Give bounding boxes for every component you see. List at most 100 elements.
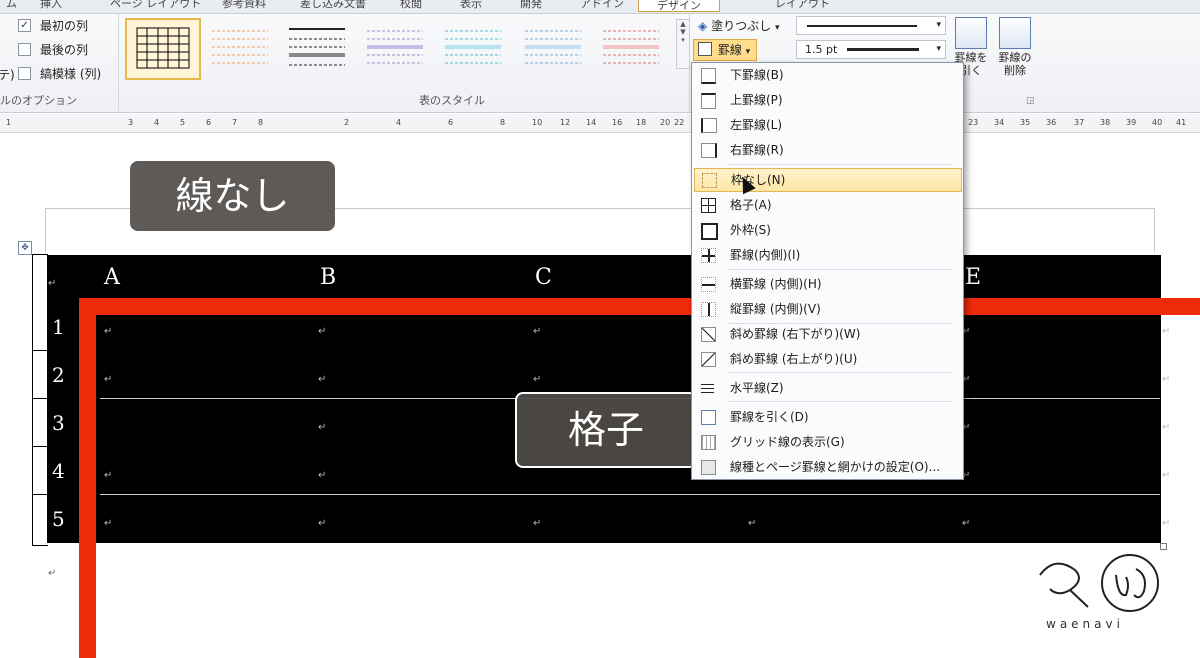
line-style-combo[interactable]: ▾ bbox=[796, 16, 946, 35]
cell-mark: ↵ bbox=[1162, 470, 1171, 481]
red-highlight-left bbox=[79, 298, 96, 658]
cell-mark: ↵ bbox=[104, 374, 113, 385]
no-border-icon bbox=[702, 173, 717, 188]
menu-item-view-gridlines[interactable]: グリッド線の表示(G) bbox=[694, 431, 960, 453]
ruler-number: 4 bbox=[396, 118, 402, 127]
menu-item-borders-and-shading[interactable]: 線種とページ罫線と網かけの設定(O)... bbox=[694, 456, 960, 478]
shading-label: 塗りつぶし bbox=[711, 19, 772, 33]
cell-mark: ↵ bbox=[1162, 518, 1171, 529]
borders-label: 罫線 bbox=[717, 43, 742, 57]
inside-vertical-border-icon bbox=[701, 302, 716, 317]
tab-developer[interactable]: 開発 bbox=[520, 0, 542, 11]
tab-view[interactable]: 表示 bbox=[460, 0, 482, 11]
borders-shading-icon bbox=[701, 460, 716, 475]
table-resize-handle-icon[interactable] bbox=[1160, 543, 1167, 550]
last-column-checkbox[interactable] bbox=[18, 43, 31, 56]
inside-borders-icon bbox=[701, 248, 716, 263]
table-move-handle-icon[interactable]: ✥ bbox=[18, 241, 32, 255]
horizontal-ruler[interactable]: 1 3 4 5 6 7 8 2 4 6 8 10 12 14 16 18 20 … bbox=[0, 114, 1200, 133]
tab-design[interactable]: デザイン bbox=[638, 0, 720, 12]
borders-menu: 下罫線(B) 上罫線(P) 左罫線(L) 右罫線(R) 枠なし(N) 格子(A)… bbox=[691, 62, 964, 480]
ruler-number: 40 bbox=[1152, 118, 1163, 127]
row-number: 5 bbox=[52, 507, 65, 531]
ruler-number: 18 bbox=[636, 118, 647, 127]
tab-references[interactable]: 参考資料 bbox=[222, 0, 266, 11]
cell-mark: ↵ bbox=[1162, 374, 1171, 385]
ruler-number: 34 bbox=[994, 118, 1005, 127]
tab-home[interactable]: ム bbox=[6, 0, 17, 11]
dialog-launcher-icon[interactable]: ◲ bbox=[1026, 96, 1035, 106]
menu-item-inside-horizontal-border[interactable]: 横罫線 (内側)(H) bbox=[694, 273, 960, 295]
table-style-grid-black[interactable] bbox=[125, 18, 201, 80]
eraser-button[interactable]: 罫線の 削除 bbox=[994, 17, 1036, 77]
table-style-purple[interactable] bbox=[359, 19, 431, 77]
pen-weight-combo[interactable]: 1.5 pt ▾ bbox=[796, 40, 946, 59]
gridlines-icon bbox=[701, 435, 716, 450]
cell-mark: ↵ bbox=[533, 518, 542, 529]
menu-item-outside-borders[interactable]: 外枠(S) bbox=[694, 219, 960, 241]
gallery-more-button[interactable]: ▲ ▼ ▾ bbox=[676, 19, 690, 69]
first-column-label: 最初の列 bbox=[40, 19, 89, 33]
menu-item-horizontal-line[interactable]: 水平線(Z) bbox=[694, 377, 960, 399]
table-gridline bbox=[32, 350, 47, 351]
ruler-number: 1 bbox=[6, 118, 12, 127]
options-group-caption: ルのオプション bbox=[0, 94, 77, 107]
diagonal-down-icon bbox=[701, 327, 716, 342]
tab-insert[interactable]: 挿入 bbox=[40, 0, 62, 11]
banded-columns-label: 縞模様 (列) bbox=[40, 67, 102, 81]
menu-item-diagonal-down-border[interactable]: 斜め罫線 (右下がり)(W) bbox=[694, 323, 960, 345]
menu-item-all-borders[interactable]: 格子(A) bbox=[694, 194, 960, 216]
table-gridline bbox=[32, 494, 47, 495]
menu-item-diagonal-up-border[interactable]: 斜め罫線 (右上がり)(U) bbox=[694, 348, 960, 370]
row-number: 1 bbox=[52, 315, 65, 339]
menu-item-no-border[interactable]: 枠なし(N) bbox=[694, 168, 962, 192]
borders-dropdown-button[interactable]: 罫線 ▾ bbox=[693, 39, 757, 61]
table-style-dark[interactable] bbox=[281, 19, 353, 77]
ruler-number: 39 bbox=[1126, 118, 1137, 127]
menu-separator bbox=[728, 164, 952, 165]
menu-item-inside-vertical-border[interactable]: 縦罫線 (内側)(V) bbox=[694, 298, 960, 320]
cell-mark: ↵ bbox=[748, 518, 757, 529]
table-gridline bbox=[100, 494, 1160, 495]
menu-item-bottom-border[interactable]: 下罫線(B) bbox=[694, 64, 960, 86]
table-style-blue[interactable] bbox=[517, 19, 589, 77]
right-border-icon bbox=[701, 143, 717, 158]
tab-page-layout[interactable]: ページ レイアウト bbox=[110, 0, 201, 11]
ruler-number: 2 bbox=[344, 118, 350, 127]
column-header-e: E bbox=[965, 265, 982, 290]
draw-table-icon bbox=[701, 410, 716, 425]
watermark-text: waenavi bbox=[1046, 617, 1124, 631]
ruler-number: 23 bbox=[968, 118, 979, 127]
cell-mark: ↵ bbox=[318, 326, 327, 337]
tab-review[interactable]: 校閲 bbox=[400, 0, 422, 11]
ribbon-tabs: ム 挿入 ページ レイアウト 参考資料 差し込み文書 校閲 表示 開発 アドイン… bbox=[0, 0, 1200, 14]
table-style-teal[interactable] bbox=[437, 19, 509, 77]
row-number: 4 bbox=[52, 459, 65, 483]
first-column-checkbox[interactable]: ✓ bbox=[18, 19, 31, 32]
menu-item-draw-table[interactable]: 罫線を引く(D) bbox=[694, 406, 960, 428]
horizontal-line-icon bbox=[701, 381, 714, 394]
menu-item-inside-borders[interactable]: 罫線(内側)(I) bbox=[694, 244, 960, 266]
caption-no-border: 線なし bbox=[130, 161, 335, 231]
menu-item-left-border[interactable]: 左罫線(L) bbox=[694, 114, 960, 136]
tab-layout[interactable]: レイアウト bbox=[775, 0, 830, 11]
ruler-number: 8 bbox=[500, 118, 506, 127]
menu-item-right-border[interactable]: 右罫線(R) bbox=[694, 139, 960, 161]
ruler-number: 22 bbox=[674, 118, 685, 127]
menu-item-top-border[interactable]: 上罫線(P) bbox=[694, 89, 960, 111]
banded-columns-checkbox[interactable] bbox=[18, 67, 31, 80]
ruler-number: 16 bbox=[612, 118, 623, 127]
cell-mark: ↵ bbox=[104, 326, 113, 337]
table-style-orange[interactable] bbox=[204, 19, 276, 77]
tab-addins[interactable]: アドイン bbox=[580, 0, 624, 11]
pencil-grid-icon bbox=[955, 17, 987, 49]
diagonal-up-icon bbox=[701, 352, 716, 367]
cell-mark: ↵ bbox=[48, 278, 57, 289]
table-style-red[interactable] bbox=[595, 19, 667, 77]
cell-mark: ↵ bbox=[533, 326, 542, 337]
tab-mailings[interactable]: 差し込み文書 bbox=[300, 0, 366, 11]
ruler-number: 5 bbox=[180, 118, 186, 127]
table-gridline bbox=[32, 398, 47, 399]
shading-button[interactable]: ◈ 塗りつぶし ▾ bbox=[698, 17, 780, 34]
pen-weight-value: 1.5 pt bbox=[805, 43, 838, 56]
